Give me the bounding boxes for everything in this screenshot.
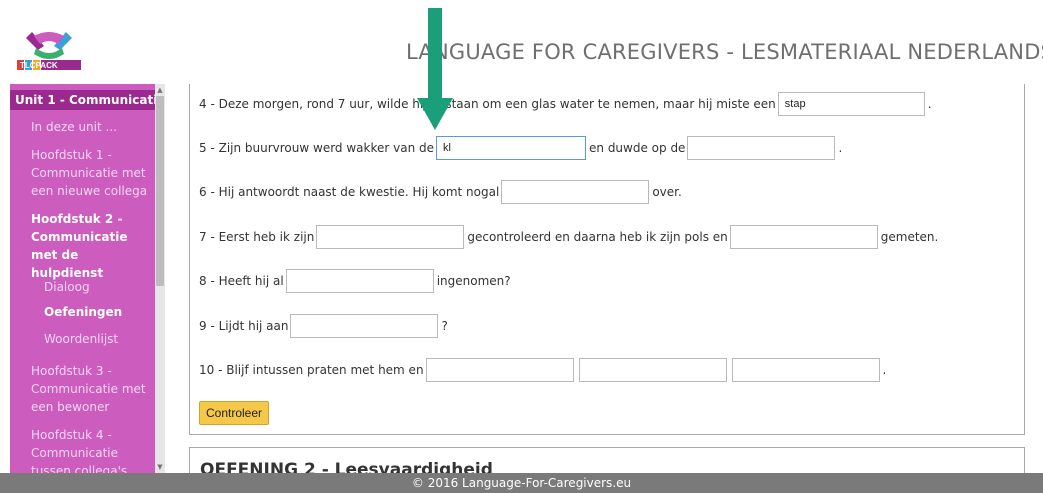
q7-answer-input-2[interactable] <box>729 225 878 249</box>
sidebar-item-in-deze-unit[interactable]: In deze unit ... <box>31 118 151 136</box>
q5-answer-input-1[interactable]: kl <box>436 136 587 160</box>
exercise-panel: 4 - Deze morgen, rond 7 uur, wilde hij o… <box>189 84 1025 435</box>
question-5-end: . <box>838 141 843 155</box>
sidebar-item-hoofdstuk-4[interactable]: Hoofdstuk 4 - Communicatie tussen colleg… <box>31 426 151 473</box>
sidebar-item-hoofdstuk-2[interactable]: Hoofdstuk 2 - Communicatie met de hulpdi… <box>31 210 151 282</box>
sidebar-unit-header[interactable]: Unit 1 - Communicatie <box>10 90 155 110</box>
question-7-middle: gecontroleerd en daarna heb ik zijn pols… <box>467 230 728 244</box>
q4-answer-input[interactable]: stap <box>777 92 925 116</box>
logo-text: TLCPACK <box>20 61 58 70</box>
question-6: 6 - Hij antwoordt naast de kwestie. Hij … <box>199 179 682 205</box>
sidebar-item-hoofdstuk-1[interactable]: Hoofdstuk 1 - Communicatie met een nieuw… <box>31 146 151 200</box>
question-10: 10 - Blijf intussen praten met hem en . <box>199 357 886 383</box>
question-9: 9 - Lijdt hij aan ? <box>199 313 448 339</box>
scrollbar-thumb[interactable] <box>156 96 164 286</box>
question-4-text: 4 - Deze morgen, rond 7 uur, wilde hij o… <box>199 97 776 111</box>
question-8-end: ingenomen? <box>436 274 511 288</box>
question-7-end: gemeten. <box>880 230 939 244</box>
question-10-text: 10 - Blijf intussen praten met hem en <box>199 363 424 377</box>
footer: © 2016 Language-For-Caregivers.eu <box>0 473 1043 493</box>
question-9-end: ? <box>441 319 448 333</box>
sidebar: Unit 1 - Communicatie In deze unit ... H… <box>10 84 165 473</box>
sidebar-subitem-oefeningen[interactable]: Oefeningen <box>44 303 122 321</box>
sidebar-subitem-dialoog[interactable]: Dialoog <box>44 278 90 296</box>
question-5: 5 - Zijn buurvrouw werd wakker van de kl… <box>199 135 842 161</box>
sidebar-nav: Unit 1 - Communicatie In deze unit ... H… <box>10 84 155 473</box>
question-7: 7 - Eerst heb ik zijn gecontroleerd en d… <box>199 224 938 250</box>
question-8: 8 - Heeft hij al ingenomen? <box>199 268 511 294</box>
sidebar-item-hoofdstuk-3[interactable]: Hoofdstuk 3 - Communicatie met een bewon… <box>31 362 151 416</box>
sidebar-scrollbar[interactable]: ▲ ▼ <box>155 84 165 473</box>
question-10-end: . <box>882 363 887 377</box>
question-4-end: . <box>927 97 932 111</box>
question-7-text: 7 - Eerst heb ik zijn <box>199 230 315 244</box>
tlcpack-logo[interactable]: TLCPACK <box>14 28 84 74</box>
q7-answer-input-1[interactable] <box>316 225 465 249</box>
q10-answer-input-2[interactable] <box>578 358 727 382</box>
q5-answer-input-2[interactable] <box>687 136 836 160</box>
q9-answer-input[interactable] <box>290 314 439 338</box>
question-6-end: over. <box>652 185 682 199</box>
q6-answer-input[interactable] <box>501 180 650 204</box>
q8-answer-input[interactable] <box>285 269 434 293</box>
question-6-text: 6 - Hij antwoordt naast de kwestie. Hij … <box>199 185 500 199</box>
scroll-up-icon[interactable]: ▲ <box>156 86 164 94</box>
sidebar-subitem-woordenlijst[interactable]: Woordenlijst <box>44 330 118 348</box>
site-title: LANGUAGE FOR CAREGIVERS - LESMATERIAAL N… <box>406 40 1043 64</box>
q10-answer-input-3[interactable] <box>731 358 880 382</box>
question-9-text: 9 - Lijdt hij aan <box>199 319 289 333</box>
question-8-text: 8 - Heeft hij al <box>199 274 284 288</box>
question-5-middle: en duwde op de <box>589 141 686 155</box>
site-header: TLCPACK LANGUAGE FOR CAREGIVERS - LESMAT… <box>0 0 1043 84</box>
question-4: 4 - Deze morgen, rond 7 uur, wilde hij o… <box>199 91 932 117</box>
q10-answer-input-1[interactable] <box>425 358 574 382</box>
scroll-down-icon[interactable]: ▼ <box>156 463 164 471</box>
check-button[interactable]: Controleer <box>199 401 270 425</box>
question-5-text: 5 - Zijn buurvrouw werd wakker van de <box>199 141 435 155</box>
